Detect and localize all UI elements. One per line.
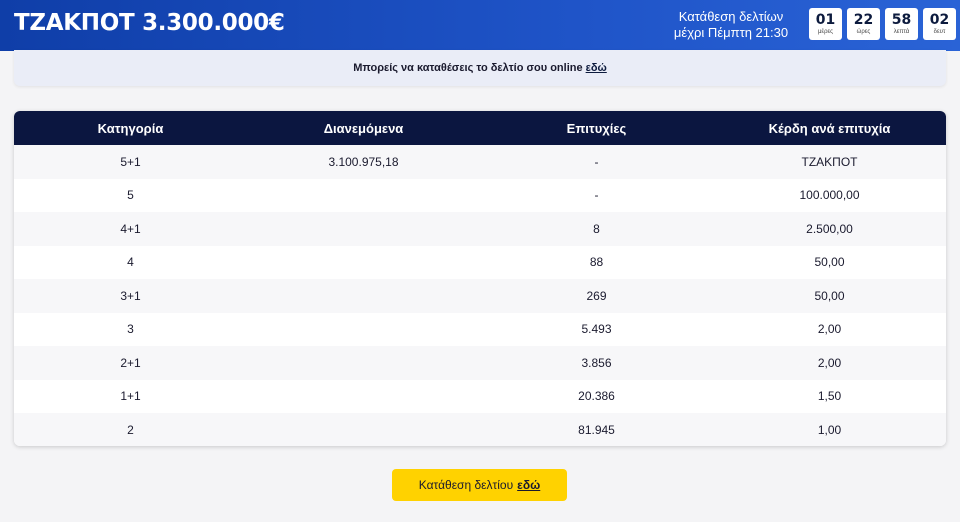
- jackpot-title: ΤΖΑΚΠΟΤ 3.300.000€: [14, 10, 285, 36]
- countdown-days: 01 μέρες: [809, 8, 842, 40]
- submit-ticket-button[interactable]: Κατάθεση δελτίου εδώ: [392, 469, 567, 501]
- header-winners: Επιτυχίες: [566, 120, 627, 136]
- submit-link: εδώ: [517, 478, 541, 492]
- table-row: 5 - 100.000,00: [14, 178, 946, 212]
- header-prize: Κέρδη ανά επιτυχία: [768, 120, 891, 136]
- table-row: 3+1 269 50,00: [14, 279, 946, 313]
- cell-category: 5+1: [120, 154, 141, 169]
- table-row: 2 81.945 1,00: [14, 413, 946, 446]
- header-distributed: Διανεμόμενα: [323, 120, 404, 136]
- deadline-line2: μέχρι Πέμπτη 21:30: [673, 25, 789, 40]
- cell-winners: 3.856: [581, 355, 612, 370]
- cell-prize: 2.500,00: [806, 221, 853, 236]
- cell-category: 4+1: [120, 221, 141, 236]
- countdown-seconds: 02 δευτ: [923, 8, 956, 40]
- cell-prize: 1,50: [817, 389, 842, 404]
- countdown-minutes: 58 λεπτά: [885, 8, 918, 40]
- cell-category: 2: [127, 422, 134, 437]
- cell-winners: 269: [586, 288, 607, 303]
- cell-prize: ΤΖΑΚΠΟΤ: [801, 154, 858, 169]
- cell-winners: 81.945: [578, 422, 615, 437]
- countdown-minutes-value: 58: [891, 11, 912, 28]
- table-row: 3 5.493 2,00: [14, 312, 946, 346]
- countdown-hours: 22 ώρες: [847, 8, 880, 40]
- cell-winners: -: [594, 188, 599, 203]
- cell-category: 1+1: [120, 389, 141, 404]
- header-bar: ΤΖΑΚΠΟΤ 3.300.000€ Κατάθεση δελτίων μέχρ…: [0, 0, 960, 51]
- cell-prize: 50,00: [814, 288, 845, 303]
- cell-winners: -: [594, 154, 599, 169]
- cell-category: 3+1: [120, 288, 141, 303]
- cell-winners: 8: [593, 221, 600, 236]
- table-row: 1+1 20.386 1,50: [14, 379, 946, 413]
- cell-distributed: 3.100.975,18: [328, 154, 399, 169]
- cell-prize: 100.000,00: [799, 188, 860, 203]
- countdown-hours-value: 22: [853, 11, 874, 28]
- cell-category: 5: [127, 188, 134, 203]
- countdown-seconds-value: 02: [929, 11, 950, 28]
- countdown-timer: 01 μέρες 22 ώρες 58 λεπτά 02 δευτ: [809, 8, 956, 40]
- cell-winners: 20.386: [578, 389, 615, 404]
- cell-category: 4: [127, 255, 134, 270]
- online-submit-info: Μπορείς να καταθέσεις το δελτίο σου onli…: [14, 50, 946, 86]
- countdown-days-value: 01: [815, 11, 836, 28]
- cell-prize: 2,00: [817, 322, 842, 337]
- results-table: Κατηγορία Διανεμόμενα Επιτυχίες Κέρδη αν…: [14, 111, 946, 446]
- deadline-line1: Κατάθεση δελτίων: [678, 9, 784, 24]
- cell-prize: 1,00: [817, 422, 842, 437]
- deadline-text: Κατάθεση δελτίων μέχρι Πέμπτη 21:30: [666, 9, 796, 41]
- cell-prize: 2,00: [817, 355, 842, 370]
- table-row: 4+1 8 2.500,00: [14, 212, 946, 246]
- table-body: 5+1 3.100.975,18 - ΤΖΑΚΠΟΤ 5 - 100.000,0…: [14, 145, 946, 446]
- countdown-days-unit: μέρες: [817, 28, 834, 35]
- cell-prize: 50,00: [814, 255, 845, 270]
- header-category: Κατηγορία: [97, 120, 164, 136]
- cell-category: 2+1: [120, 355, 141, 370]
- table-row: 4 88 50,00: [14, 245, 946, 279]
- cell-category: 3: [127, 322, 134, 337]
- info-text: Μπορείς να καταθέσεις το δελτίο σου onli…: [353, 62, 583, 74]
- cell-winners: 88: [589, 255, 604, 270]
- cell-winners: 5.493: [581, 322, 612, 337]
- countdown-minutes-unit: λεπτά: [893, 28, 910, 35]
- table-row: 5+1 3.100.975,18 - ΤΖΑΚΠΟΤ: [14, 145, 946, 179]
- table-row: 2+1 3.856 2,00: [14, 346, 946, 380]
- table-header: Κατηγορία Διανεμόμενα Επιτυχίες Κέρδη αν…: [14, 111, 946, 145]
- countdown-seconds-unit: δευτ: [933, 28, 946, 35]
- info-link[interactable]: εδώ: [586, 62, 607, 74]
- submit-text: Κατάθεση δελτίου: [418, 478, 514, 492]
- countdown-hours-unit: ώρες: [856, 28, 871, 35]
